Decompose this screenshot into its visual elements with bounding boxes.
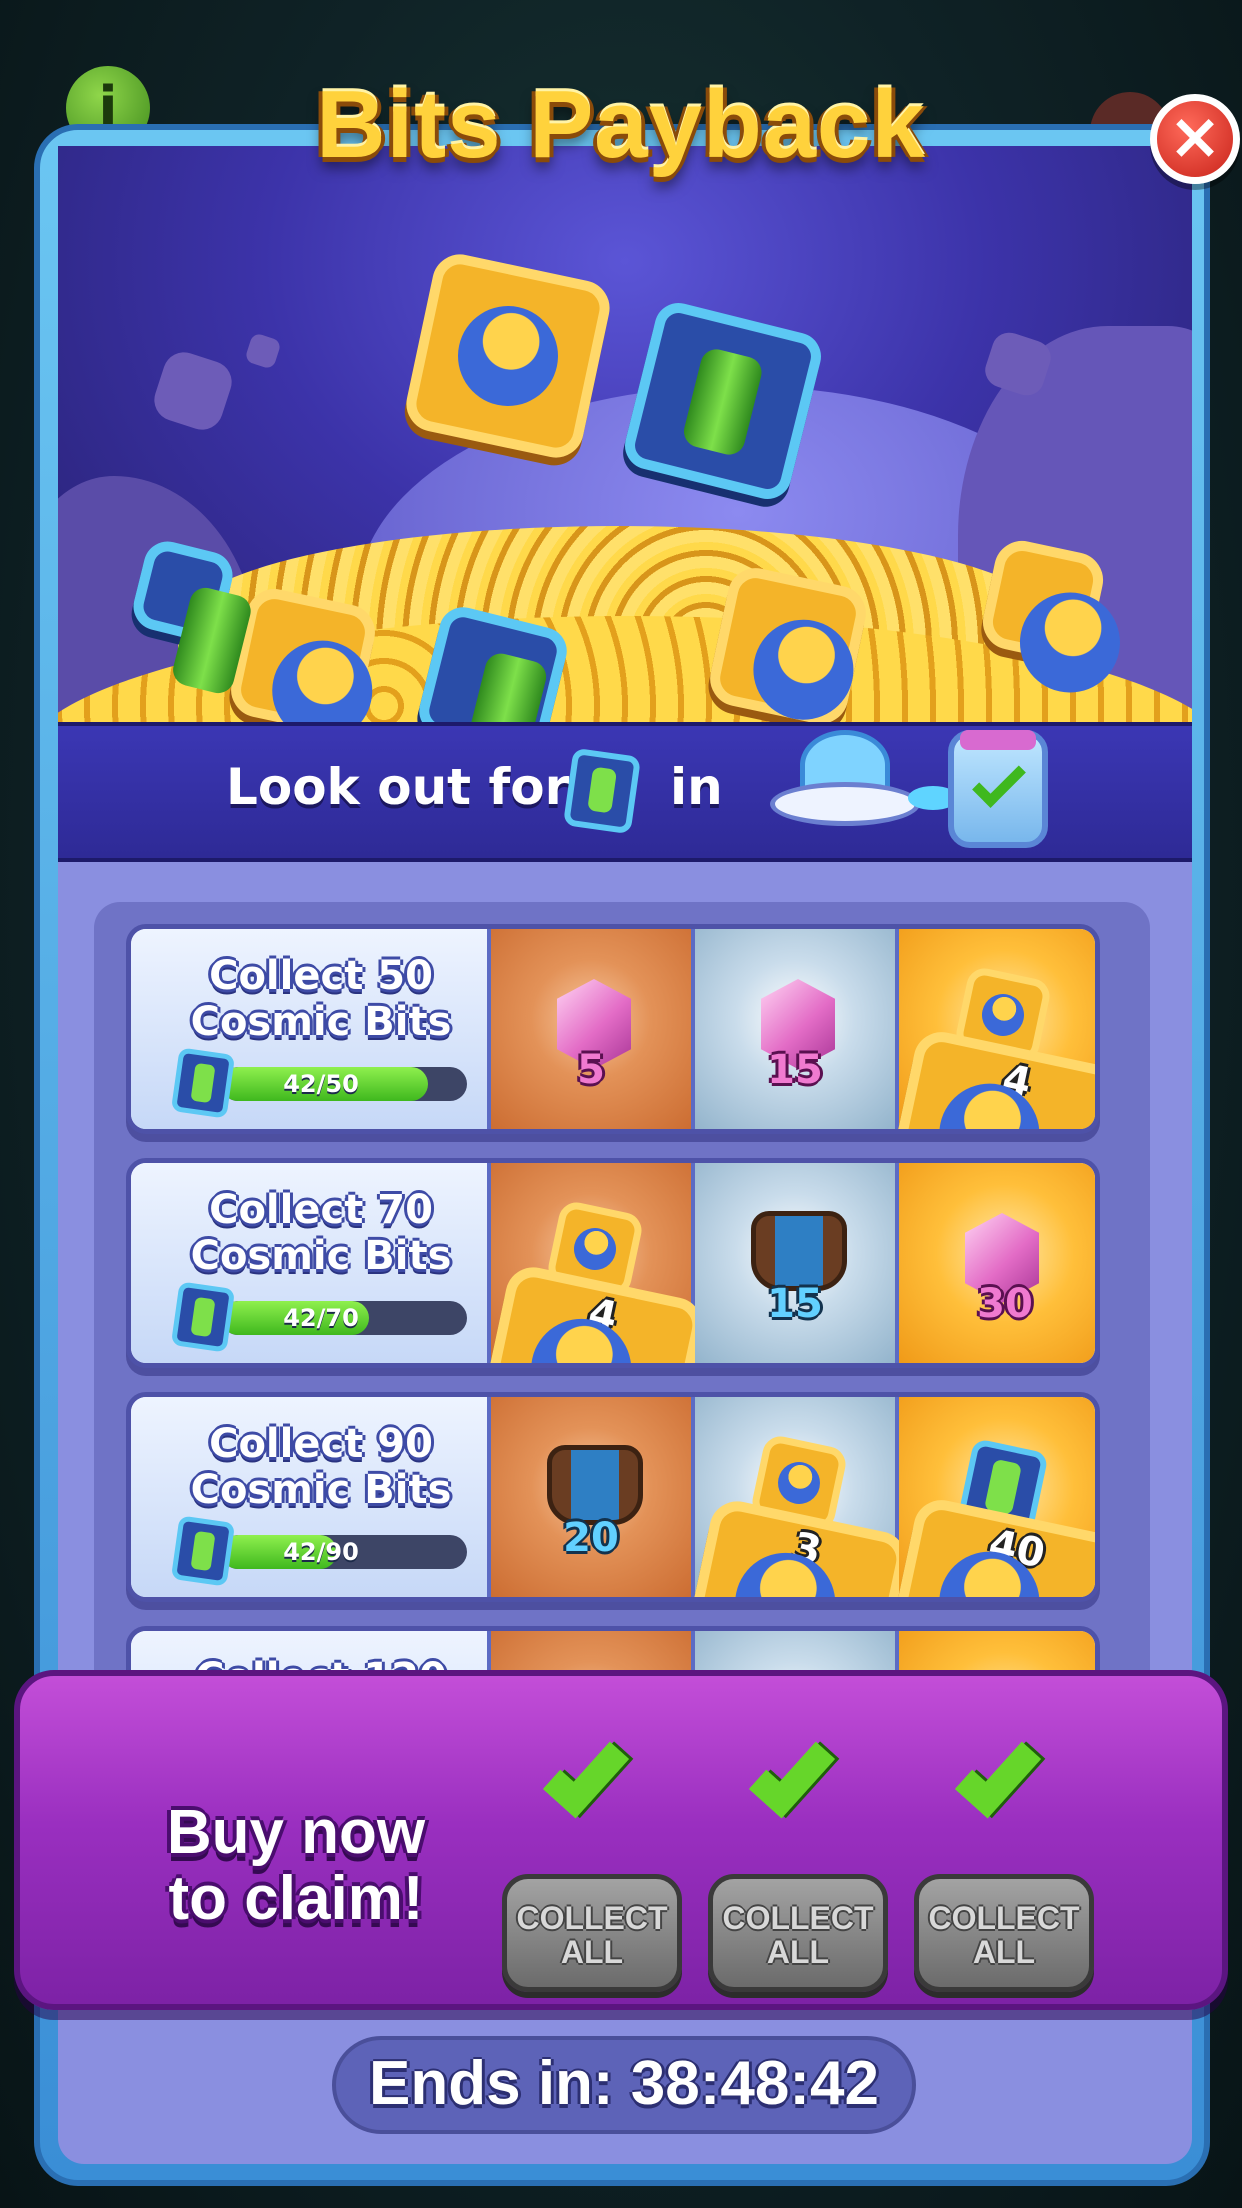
milestone-row: Collect 90 Cosmic Bits 42/90 20 3 40 [126, 1392, 1100, 1602]
floating-rock [148, 346, 238, 436]
ufo-hex-icon [401, 249, 615, 463]
progress-bar: 42/70 [221, 1301, 467, 1335]
close-button[interactable]: × [1150, 94, 1240, 184]
hero-illustration [58, 146, 1192, 722]
reward-amount: 5 [577, 1047, 605, 1093]
energy-capsule-icon [547, 1445, 643, 1525]
cosmic-bit-icon [170, 1047, 236, 1119]
reward-amount: 15 [767, 1047, 823, 1093]
reward-amount: 3 [678, 1496, 912, 1597]
floating-rock [244, 332, 282, 370]
milestone-row: Collect 70 Cosmic Bits 42/70 4 15 30 [126, 1158, 1100, 1368]
progress-bar: 42/50 [221, 1067, 467, 1101]
lookout-suffix: in [670, 758, 723, 816]
reward-free: 5 [491, 929, 695, 1129]
progress-bar: 42/90 [221, 1535, 467, 1569]
reward-gold: 40 [882, 1397, 1095, 1597]
cosmic-bit-icon [170, 1281, 236, 1353]
reward-amount: 4 [474, 1262, 708, 1363]
collection-jar-icon [948, 730, 1048, 848]
energy-capsule-icon [751, 1211, 847, 1291]
modal-title: Bits Payback [316, 71, 926, 178]
milestone-title: Collect 90 Cosmic Bits [190, 1421, 452, 1513]
reward-silver: 3 [678, 1397, 912, 1597]
collect-all-button[interactable]: COLLECT ALL [502, 1874, 682, 1992]
spaceship-icon [770, 720, 958, 850]
milestone-title: Collect 50 Cosmic Bits [190, 953, 452, 1045]
claim-label: Buy now to claim! [166, 1798, 426, 1933]
reward-gold: 4 [882, 929, 1095, 1129]
timer-text: Ends in: 38:48:42 [369, 2049, 879, 2118]
reward-amount: 40 [882, 1494, 1095, 1597]
progress-text: 42/90 [283, 1538, 359, 1566]
cosmic-bit-icon [562, 747, 642, 835]
reward-list[interactable]: Collect 50 Cosmic Bits 42/50 5 15 4 Coll… [94, 902, 1150, 1732]
reward-free: 4 [474, 1163, 708, 1363]
reward-amount: 20 [563, 1515, 619, 1561]
progress-text: 42/70 [283, 1304, 359, 1332]
ufo-hex-icon [704, 562, 872, 722]
milestone-task: Collect 70 Cosmic Bits 42/70 [131, 1163, 491, 1363]
milestone-task: Collect 90 Cosmic Bits 42/90 [131, 1397, 491, 1597]
cosmic-bit-icon [170, 1515, 236, 1587]
reward-gold: 30 [899, 1163, 1095, 1363]
milestone-task: Collect 50 Cosmic Bits 42/50 [131, 929, 491, 1129]
progress-text: 42/50 [283, 1070, 359, 1098]
reward-silver: 15 [695, 929, 899, 1129]
lookout-text: Look out for [226, 758, 570, 816]
reward-amount: 30 [977, 1281, 1033, 1327]
ufo-hex-icon [977, 535, 1109, 667]
milestone-title: Collect 70 Cosmic Bits [190, 1187, 452, 1279]
milestone-row: Collect 50 Cosmic Bits 42/50 5 15 4 [126, 924, 1100, 1134]
reward-amount: 15 [767, 1281, 823, 1327]
reward-amount: 4 [882, 1026, 1095, 1129]
reward-silver: 15 [695, 1163, 899, 1363]
collect-all-button[interactable]: COLLECT ALL [914, 1874, 1094, 1992]
collect-all-button[interactable]: COLLECT ALL [708, 1874, 888, 1992]
reward-free: 20 [491, 1397, 695, 1597]
